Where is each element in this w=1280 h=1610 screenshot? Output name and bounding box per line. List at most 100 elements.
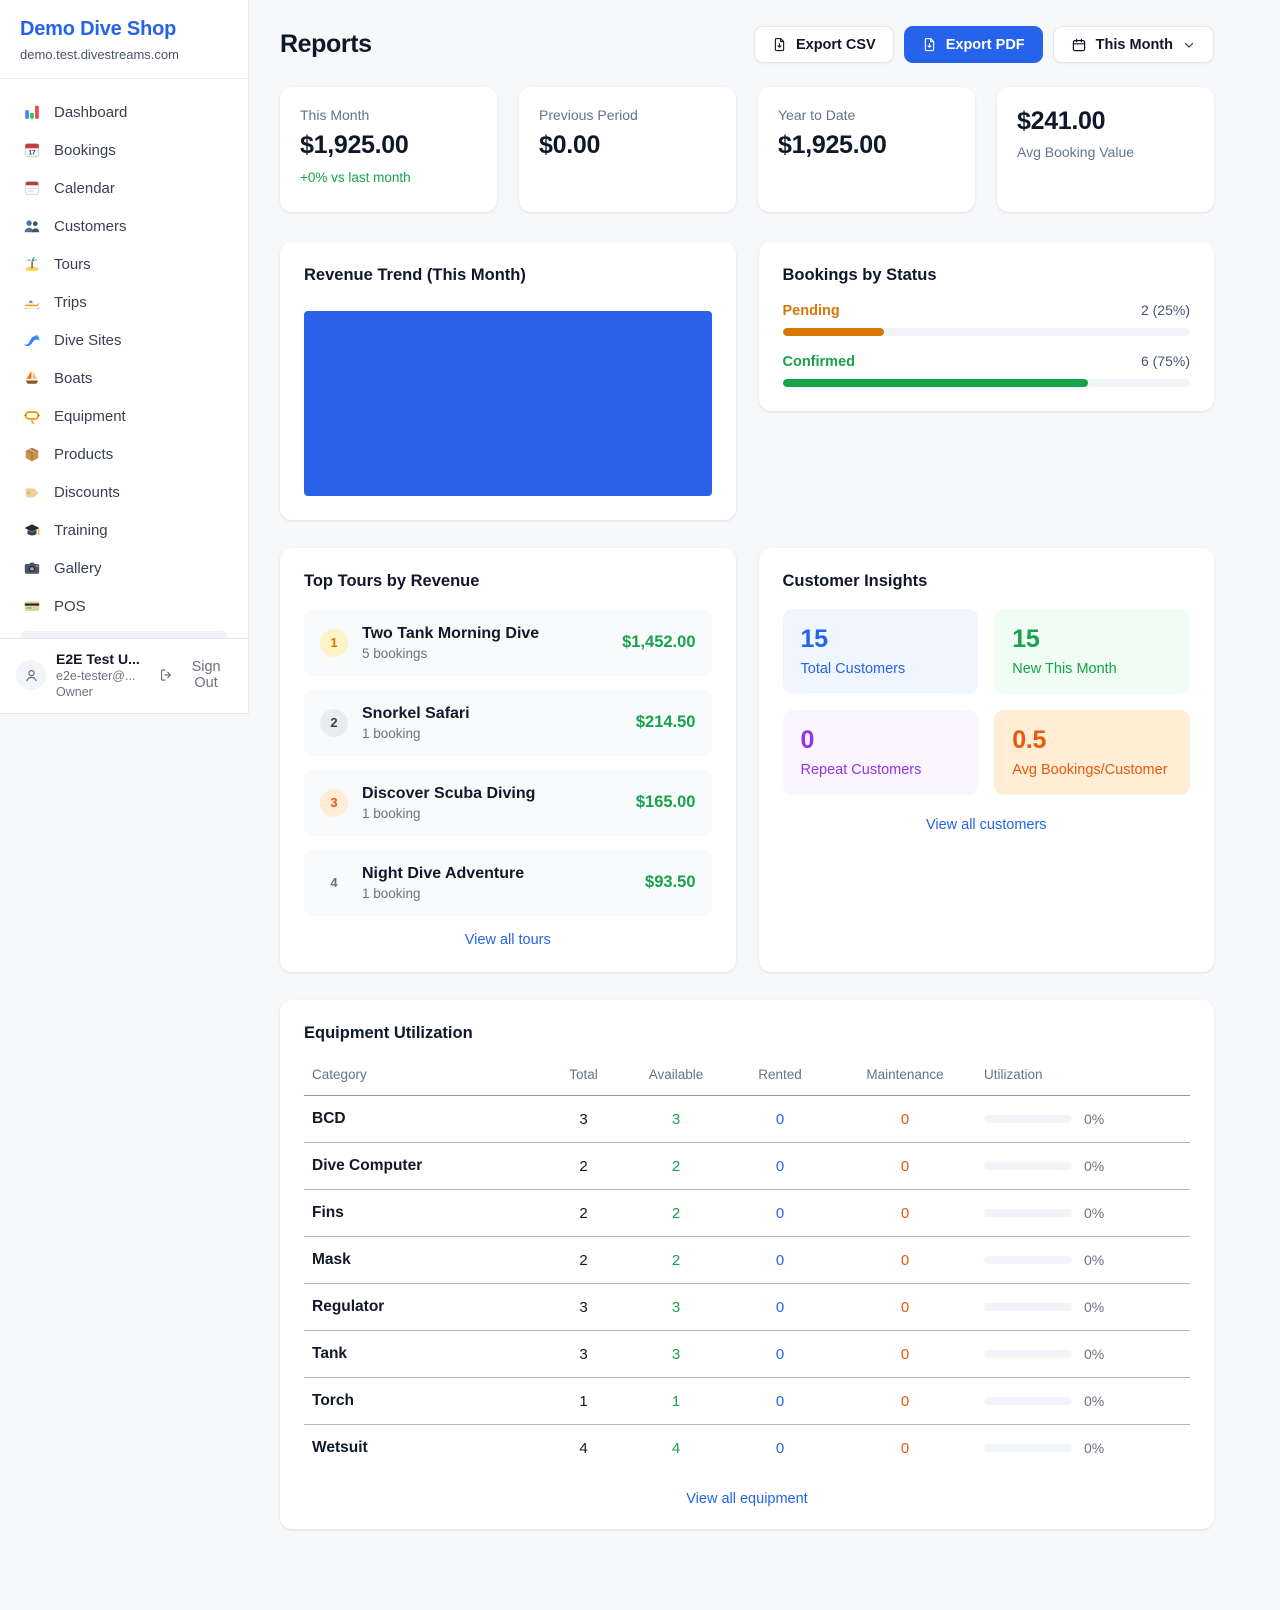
customer-insights-title: Customer Insights (783, 572, 1191, 591)
sidebar-item-label: Products (54, 446, 113, 463)
tile-label: New This Month (1012, 661, 1172, 677)
user-role: Owner (56, 685, 149, 699)
sidebar-item-label: Dive Sites (54, 332, 122, 349)
svg-text:17: 17 (28, 150, 36, 157)
speedboat-icon (23, 293, 41, 311)
column-header: Total (541, 1057, 626, 1096)
utilization-percent: 0% (1084, 1252, 1104, 1268)
status-count: 6 (75%) (1141, 353, 1190, 369)
tour-revenue: $93.50 (645, 873, 695, 892)
sign-out-label: Sign Out (180, 659, 232, 691)
sidebar-item-training[interactable]: Training (10, 511, 238, 549)
sidebar-item-label: Trips (54, 294, 87, 311)
utilization-track (984, 1444, 1072, 1452)
cell-maintenance: 0 (834, 1284, 976, 1331)
tour-revenue: $165.00 (636, 793, 696, 812)
table-row: Tank 3 3 0 0 0% (304, 1331, 1190, 1378)
cell-category: Mask (304, 1237, 541, 1284)
sidebar-item-dashboard[interactable]: Dashboard (10, 93, 238, 131)
cell-maintenance: 0 (834, 1331, 976, 1378)
graduation-cap-icon (23, 521, 41, 539)
sidebar-item-gallery[interactable]: Gallery (10, 549, 238, 587)
table-row: BCD 3 3 0 0 0% (304, 1096, 1190, 1143)
cell-available: 4 (626, 1425, 726, 1472)
export-pdf-button[interactable]: Export PDF (904, 26, 1043, 63)
sidebar-header: Demo Dive Shop demo.test.divestreams.com (0, 0, 248, 79)
view-all-tours-link[interactable]: View all tours (304, 932, 712, 948)
credit-card-icon (23, 597, 41, 615)
stat-delta: +0% vs last month (300, 170, 477, 185)
cell-maintenance: 0 (834, 1096, 976, 1143)
sign-out-button[interactable]: Sign Out (159, 659, 232, 691)
tile-label: Repeat Customers (801, 762, 961, 778)
utilization-cell: 0% (984, 1252, 1182, 1268)
sidebar-item-label: Boats (54, 370, 92, 387)
sidebar-item-equipment[interactable]: Equipment (10, 397, 238, 435)
cell-available: 3 (626, 1096, 726, 1143)
wave-icon (23, 331, 41, 349)
tour-row: 3 Discover Scuba Diving 1 booking $165.0… (304, 769, 712, 836)
sidebar-item-label: Training (54, 522, 108, 539)
utilization-cell: 0% (984, 1393, 1182, 1409)
view-all-equipment-link[interactable]: View all equipment (304, 1491, 1190, 1507)
header-actions: Export CSV Export PDF This Month (754, 26, 1214, 63)
stat-label: Year to Date (778, 107, 955, 123)
column-header: Maintenance (834, 1057, 976, 1096)
sidebar-item-products[interactable]: Products (10, 435, 238, 473)
sidebar-item-pos[interactable]: POS (10, 587, 238, 625)
cell-category: Wetsuit (304, 1425, 541, 1472)
cell-maintenance: 0 (834, 1190, 976, 1237)
tour-name: Snorkel Safari (362, 705, 470, 723)
utilization-track (984, 1350, 1072, 1358)
notepad-calendar-icon (23, 179, 41, 197)
table-row: Wetsuit 4 4 0 0 0% (304, 1425, 1190, 1472)
table-row: Mask 2 2 0 0 0% (304, 1237, 1190, 1284)
tile-new-this-month: 15 New This Month (994, 609, 1190, 694)
price-tag-icon (23, 483, 41, 501)
user-name: E2E Test U... (56, 651, 149, 667)
page-header: Reports Export CSV Export PDF This Month (280, 26, 1214, 63)
sidebar-item-label: Discounts (54, 484, 120, 501)
stat-cards: This Month $1,925.00 +0% vs last month P… (280, 87, 1214, 212)
cell-available: 2 (626, 1143, 726, 1190)
cell-category: Torch (304, 1378, 541, 1425)
charts-row: Revenue Trend (This Month) Bookings by S… (280, 242, 1214, 520)
view-all-customers-link[interactable]: View all customers (783, 817, 1191, 833)
sidebar-item-boats[interactable]: Boats (10, 359, 238, 397)
equipment-utilization-title: Equipment Utilization (304, 1024, 1190, 1043)
sidebar-item-tours[interactable]: Tours (10, 245, 238, 283)
cell-total: 4 (541, 1425, 626, 1472)
dive-mask-icon (23, 407, 41, 425)
sidebar-item-trips[interactable]: Trips (10, 283, 238, 321)
export-csv-button[interactable]: Export CSV (754, 26, 894, 63)
rank-badge: 1 (320, 629, 348, 657)
sidebar-item-discounts[interactable]: Discounts (10, 473, 238, 511)
sidebar-item-label: POS (54, 598, 86, 615)
sidebar-nav: Dashboard 17 Bookings Calendar Customers… (0, 79, 248, 638)
cell-category: Regulator (304, 1284, 541, 1331)
tour-name: Discover Scuba Diving (362, 785, 535, 803)
cell-available: 2 (626, 1190, 726, 1237)
utilization-cell: 0% (984, 1205, 1182, 1221)
people-icon (23, 217, 41, 235)
stat-value: $241.00 (1017, 107, 1194, 136)
sidebar-item-dive-sites[interactable]: Dive Sites (10, 321, 238, 359)
sidebar-item-bookings[interactable]: 17 Bookings (10, 131, 238, 169)
calendar-date-icon: 17 (23, 141, 41, 159)
sidebar-item-reports-partial[interactable] (20, 631, 228, 638)
equipment-table: Category Total Available Rented Maintena… (304, 1057, 1190, 1471)
tile-label: Avg Bookings/Customer (1012, 762, 1172, 778)
island-palm-icon (23, 255, 41, 273)
period-dropdown[interactable]: This Month (1053, 26, 1214, 63)
cell-rented: 0 (726, 1143, 834, 1190)
status-label: Confirmed (783, 354, 856, 370)
sidebar-item-label: Tours (54, 256, 91, 273)
sidebar-item-customers[interactable]: Customers (10, 207, 238, 245)
stat-this-month: This Month $1,925.00 +0% vs last month (280, 87, 497, 212)
cell-total: 3 (541, 1284, 626, 1331)
stat-label: This Month (300, 107, 477, 123)
tile-repeat-customers: 0 Repeat Customers (783, 710, 979, 795)
tile-total-customers: 15 Total Customers (783, 609, 979, 694)
sidebar-item-calendar[interactable]: Calendar (10, 169, 238, 207)
cell-total: 2 (541, 1190, 626, 1237)
